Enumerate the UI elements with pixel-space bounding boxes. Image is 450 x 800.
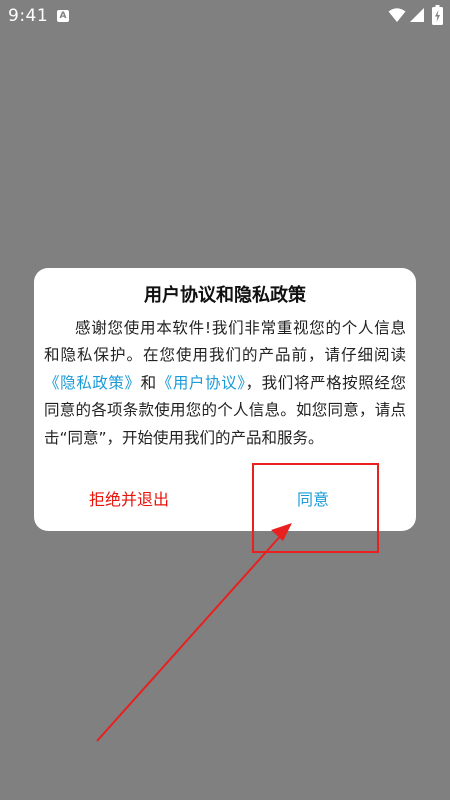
dialog-body: 感谢您使用本软件!我们非常重视您的个人信息和隐私保护。在您使用我们的产品前，请仔… [44,315,406,452]
status-time: 9:41 [8,6,49,26]
privacy-policy-link[interactable]: 《隐私政策》 [44,374,141,392]
battery-charging-icon [432,5,443,25]
signal-icon [410,8,424,22]
dialog-body-intro: 感谢您使用本软件!我们非常重视您的个人信息和隐私保护。在您使用我们的产品前，请仔… [44,319,406,365]
a-notification-icon: A [57,10,69,22]
dialog-title: 用户协议和隐私政策 [144,285,306,306]
reject-and-exit-button[interactable]: 拒绝并退出 [69,484,189,516]
dialog-body-and: 和 [140,373,157,392]
wifi-icon [388,8,406,22]
user-agreement-link[interactable]: 《用户协议》 [157,374,246,392]
status-bar: 9:41 A [0,0,450,32]
privacy-dialog: 用户协议和隐私政策 感谢您使用本软件!我们非常重视您的个人信息和隐私保护。在您使… [34,268,416,531]
agree-button[interactable]: 同意 [253,484,373,516]
